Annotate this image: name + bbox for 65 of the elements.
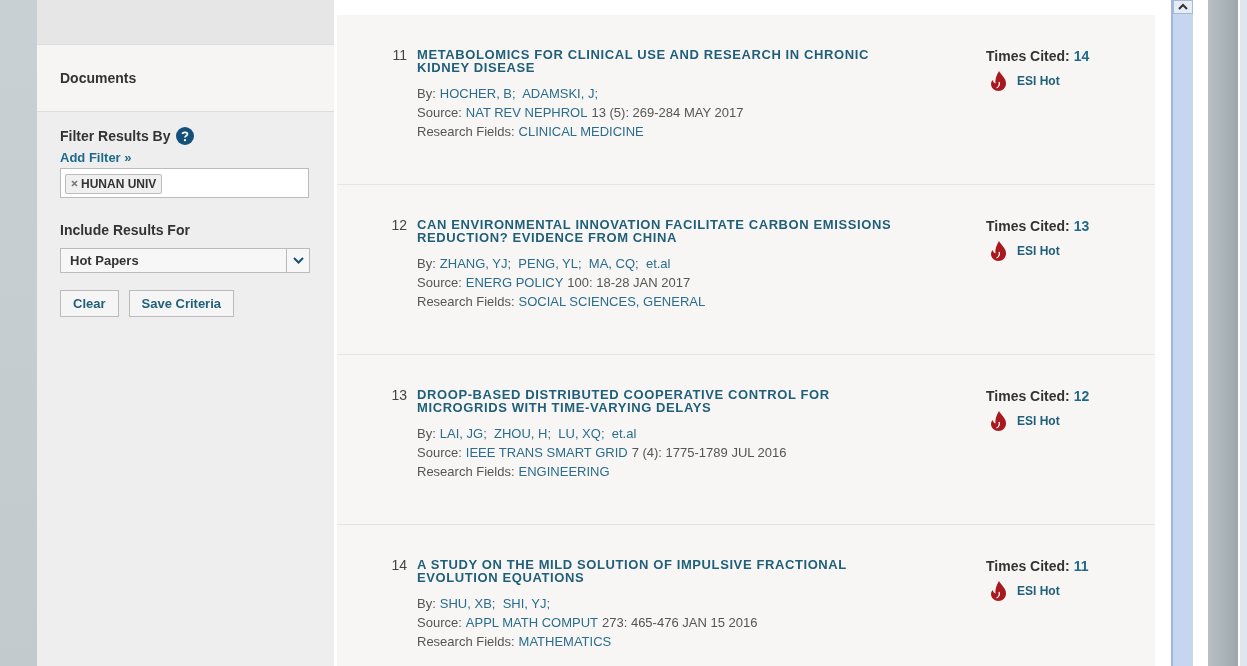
source-label: Source: [417,615,462,630]
by-label: By: [417,596,436,611]
esi-hot-label: ESI Hot [1017,414,1060,428]
journal-link[interactable]: APPL MATH COMPUT [465,615,598,630]
field-link[interactable]: CLINICAL MEDICINE [518,124,644,139]
filter-label: Filter Results By [60,128,171,144]
record-number: 13 [390,388,408,405]
journal-link[interactable]: ENERG POLICY [465,275,564,290]
caret-icon [292,257,304,264]
authors-link[interactable]: ZHANG, YJ; PENG, YL; MA, CQ; et.al [439,256,671,271]
cited-count[interactable]: 13 [1073,218,1090,234]
filter-tag[interactable]: HUNAN UNIV [65,173,163,194]
add-filter-link[interactable]: Add Filter » [60,150,132,165]
field-link[interactable]: SOCIAL SCIENCES, GENERAL [518,294,706,309]
record-title[interactable]: CAN ENVIRONMENTAL INNOVATION FACILITATE CARBON EMISSIONS REDUCTION? EVIDENCE FROM CHINA [417,218,902,244]
remove-icon[interactable] [71,180,78,187]
by-label: By: [417,256,436,271]
journal-link[interactable]: IEEE TRANS SMART GRID [465,445,628,460]
sidebar-button[interactable]: Save Criteria [128,290,235,317]
record-number: 12 [390,218,408,235]
record-title[interactable]: A STUDY ON THE MILD SOLUTION OF IMPULSIVE FRACTIONAL EVOLUTION EQUATIONS [417,558,902,584]
source-detail: 13 (5): 269-284 MAY 2017 [591,105,744,120]
journal-link[interactable]: NAT REV NEPHROL [465,105,588,120]
cited-count[interactable]: 12 [1073,388,1090,404]
section-title: Documents [60,70,137,86]
fields-label: Research Fields: [417,124,515,139]
record-title[interactable]: METABOLOMICS FOR CLINICAL USE AND RESEARCH IN CHRONIC KIDNEY DISEASE [417,48,902,74]
esi-hot-label: ESI Hot [1017,244,1060,258]
flame-icon [990,71,1007,91]
authors-link[interactable]: LAI, JG; ZHOU, H; LU, XQ; et.al [439,426,637,441]
esi-hot-label: ESI Hot [1017,74,1060,88]
by-label: By: [417,426,436,441]
flame-icon [990,411,1007,431]
include-label: Include Results For [60,222,191,238]
filter-field[interactable]: HUNAN UNIV [60,168,309,198]
source-label: Source: [417,275,462,290]
source-detail: 273: 465-476 JAN 15 2016 [602,615,758,630]
source-label: Source: [417,105,462,120]
record-number: 11 [391,48,408,65]
source-label: Source: [417,445,462,460]
fields-label: Research Fields: [417,464,515,479]
field-link[interactable]: MATHEMATICS [518,634,612,649]
flame-icon [990,581,1007,601]
source-detail: 100: 18-28 JAN 2017 [567,275,691,290]
results-dropdown[interactable]: Hot Papers [60,248,310,273]
record-number: 14 [390,558,408,575]
cited-label: Times Cited: [986,558,1070,574]
source-detail: 7 (4): 1775-1789 JUL 2016 [631,445,787,460]
field-link[interactable]: ENGINEERING [518,464,610,479]
authors-link[interactable]: SHU, XB; SHI, YJ; [439,596,551,611]
scroll-up-icon[interactable] [1172,0,1193,14]
fields-label: Research Fields: [417,294,515,309]
authors-link[interactable]: HOCHER, B; ADAMSKI, J; [439,86,598,101]
sidebar-button[interactable]: Clear [60,290,119,317]
flame-icon [990,241,1007,261]
cited-label: Times Cited: [986,388,1070,404]
cited-label: Times Cited: [986,48,1070,64]
cited-count[interactable]: 11 [1073,558,1089,574]
help-icon[interactable] [176,127,195,145]
cited-label: Times Cited: [986,218,1070,234]
record-title[interactable]: DROOP-BASED DISTRIBUTED COOPERATIVE CONTROL FOR MICROGRIDS WITH TIME-VARYING DELAYS [417,388,902,414]
by-label: By: [417,86,436,101]
cited-count[interactable]: 14 [1073,48,1090,64]
esi-hot-label: ESI Hot [1017,584,1060,598]
fields-label: Research Fields: [417,634,515,649]
